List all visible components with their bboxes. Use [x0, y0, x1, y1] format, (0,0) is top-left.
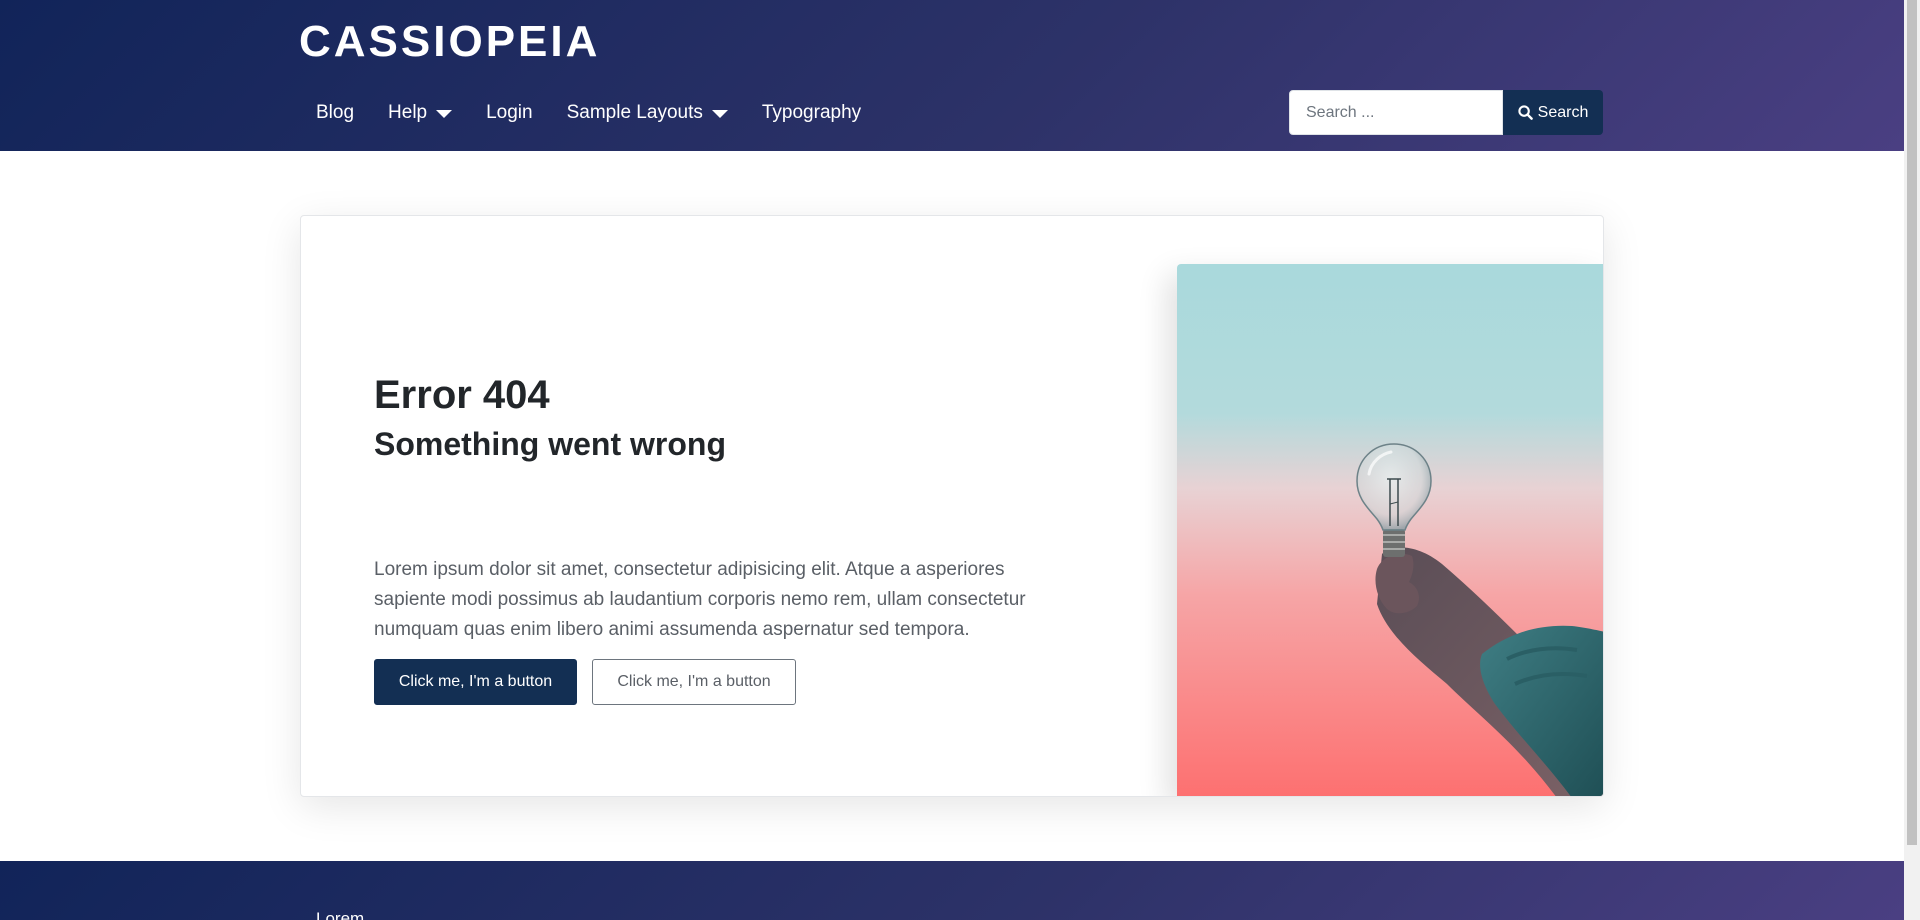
nav-item-sample-layouts[interactable]: Sample Layouts [550, 96, 745, 130]
nav-item-help[interactable]: Help [371, 96, 469, 130]
body-text: Lorem ipsum dolor sit amet, consectetur … [374, 559, 1026, 640]
nav-item-label: Blog [316, 102, 355, 123]
nav-item-login[interactable]: Login [469, 96, 550, 130]
secondary-button[interactable]: Click me, I'm a button [592, 659, 796, 705]
site-footer: Lorem [0, 861, 1904, 920]
page-title: Error 404 [374, 373, 550, 417]
footer-text: Lorem [316, 909, 365, 920]
nav-item-blog[interactable]: Blog [299, 96, 371, 130]
nav-item-label: Typography [761, 102, 862, 123]
primary-button[interactable]: Click me, I'm a button [374, 659, 577, 705]
site-brand-logo[interactable]: CASSIOPEIA [299, 18, 600, 66]
main-nav: Blog Help Login Sample Layouts Typograph… [299, 96, 878, 130]
hero-lightbulb-image [1177, 264, 1603, 796]
site-header: CASSIOPEIA Blog Help Login Sample Layout… [0, 0, 1904, 151]
nav-item-label: Login [486, 102, 533, 123]
error-card: Error 404 Something went wrong Lorem ips… [300, 215, 1604, 797]
page: CASSIOPEIA Blog Help Login Sample Layout… [0, 0, 1904, 920]
search-icon [1518, 105, 1533, 120]
search-button-label: Search [1537, 103, 1589, 121]
search-input[interactable] [1289, 90, 1503, 135]
nav-item-typography[interactable]: Typography [745, 96, 878, 130]
page-subtitle: Something went wrong [374, 426, 726, 462]
scrollbar-thumb[interactable] [1907, 0, 1917, 845]
caret-down-icon [436, 110, 453, 118]
nav-item-label: Sample Layouts [566, 102, 703, 123]
search-form: Search [1289, 90, 1603, 135]
lightbulb-hand-image [1177, 264, 1603, 796]
caret-down-icon [711, 110, 728, 118]
search-button[interactable]: Search [1503, 90, 1603, 135]
nav-item-label: Help [388, 102, 428, 123]
page-scrollbar[interactable] [1904, 0, 1920, 920]
